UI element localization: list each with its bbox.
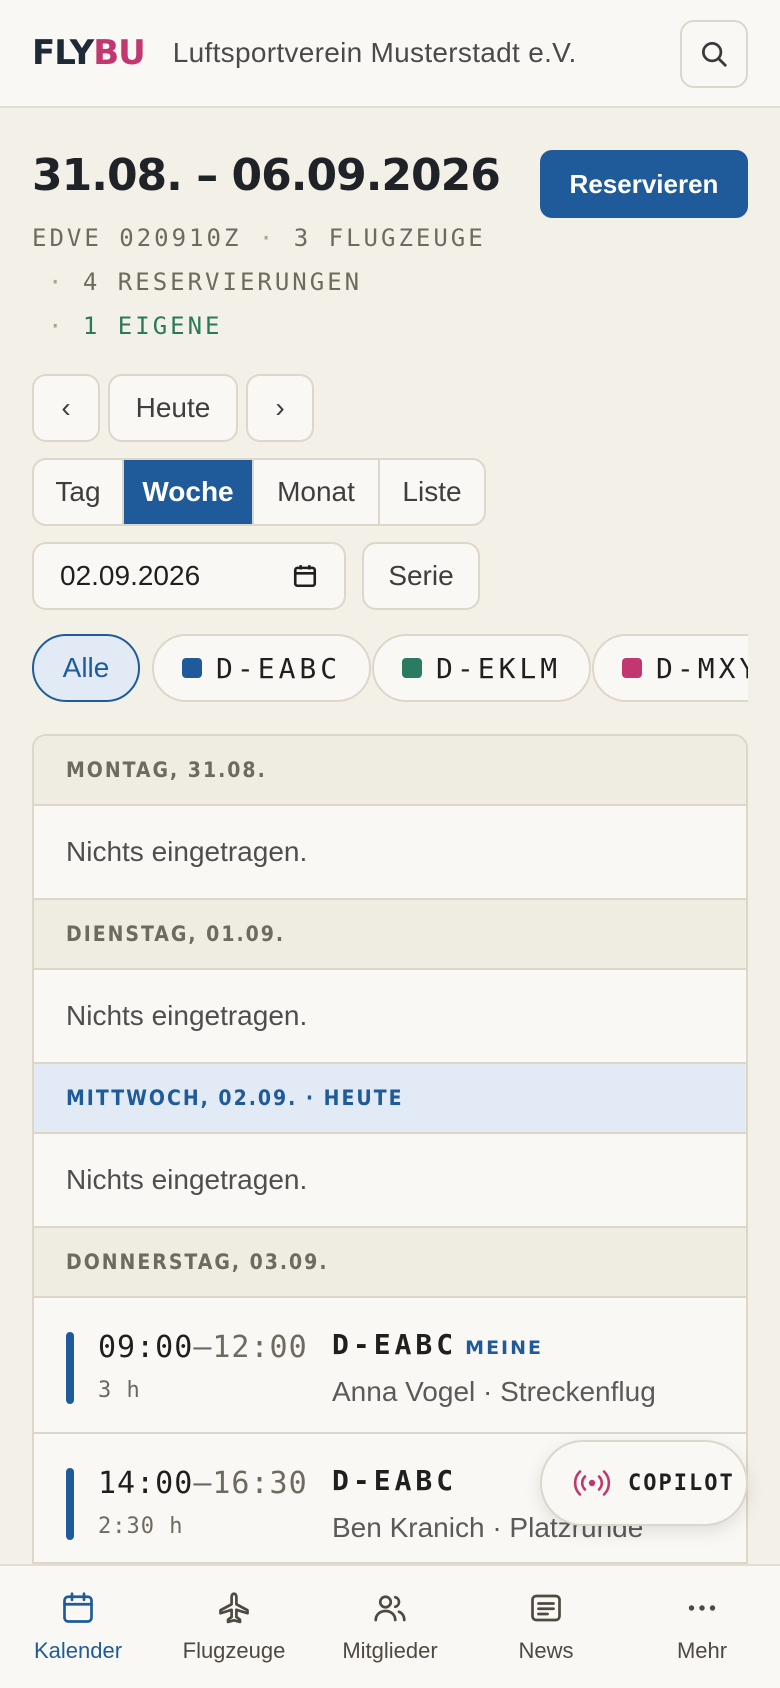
copilot-label: COPILOT — [628, 1470, 735, 1496]
end-time: –12:00 — [193, 1330, 308, 1365]
page-title: 31.08. – 06.09.2026 — [32, 150, 501, 201]
meta-separator: · — [48, 312, 66, 340]
club-name: Luftsportverein Musterstadt e.V. — [172, 37, 577, 68]
series-button[interactable]: Serie — [362, 542, 480, 610]
view-tab-day[interactable]: Tag — [34, 460, 124, 524]
aircraft-color-bar — [66, 1332, 74, 1404]
day-header: DIENSTAG, 01.09. — [34, 900, 746, 970]
reservation-entry[interactable]: 09:00–12:00 3 h D-EABC MEINE Anna Vogel ·… — [34, 1298, 746, 1434]
filter-chip-aircraft[interactable]: D-EABC — [152, 634, 372, 702]
app-header: FLY BU Luftsportverein Musterstadt e.V. — [0, 0, 780, 108]
filter-chip-label: D-MXY — [656, 651, 748, 685]
filter-chip-label: D-EABC — [216, 651, 342, 685]
view-tab-month[interactable]: Monat — [254, 460, 380, 524]
nav-item-calendar[interactable]: Kalender — [0, 1566, 156, 1688]
meta-station: EDVE 020910Z — [32, 224, 242, 252]
meta-line-1: EDVE 020910Z · 3 FLUGZEUGE — [32, 224, 486, 252]
nav-item-aircraft[interactable]: Flugzeuge — [156, 1566, 312, 1688]
day-header-today: MITTWOCH, 02.09. · HEUTE — [34, 1064, 746, 1134]
reserve-button[interactable]: Reservieren — [540, 150, 748, 218]
color-swatch — [402, 658, 422, 678]
today-button[interactable]: Heute — [108, 374, 238, 442]
own-badge: MEINE — [465, 1337, 543, 1359]
empty-day-message: Nichts eingetragen. — [34, 806, 746, 900]
nav-label: Mitglieder — [342, 1638, 438, 1663]
view-tab-week[interactable]: Woche — [124, 460, 254, 524]
meta-line-2: · 4 RESERVIERUNGEN — [48, 268, 362, 296]
meta-own-count: 1 EIGENE — [82, 312, 223, 340]
reservation-duration: 3 h — [98, 1378, 141, 1403]
filter-chip-all[interactable]: Alle — [32, 634, 140, 702]
bottom-navigation: Kalender Flugzeuge Mitglieder News Mehr — [0, 1564, 780, 1688]
aircraft-registration: D-EABC — [332, 1464, 458, 1497]
empty-day-message: Nichts eingetragen. — [34, 1134, 746, 1228]
reservation-duration: 2:30 h — [98, 1514, 184, 1539]
date-input[interactable]: 02.09.2026 — [32, 542, 346, 610]
day-header: MONTAG, 31.08. — [34, 736, 746, 806]
start-time: 14:00 — [98, 1466, 194, 1501]
start-time: 09:00 — [98, 1330, 194, 1365]
calendar-icon — [63, 1592, 93, 1623]
meta-line-3: · 1 EIGENE — [48, 312, 223, 340]
aircraft-registration: D-EABC — [332, 1328, 458, 1361]
date-input-value: 02.09.2026 — [60, 560, 201, 591]
day-header: DONNERSTAG, 03.09. — [34, 1228, 746, 1298]
view-switcher: Tag Woche Monat Liste — [32, 458, 486, 526]
nav-label: Mehr — [676, 1638, 728, 1663]
users-icon — [374, 1595, 406, 1622]
end-time: –16:30 — [193, 1466, 308, 1501]
color-swatch — [182, 658, 202, 678]
logo-text-bu: BU — [93, 33, 146, 73]
aircraft-color-bar — [66, 1468, 74, 1540]
app-logo[interactable]: FLY BU — [32, 33, 146, 73]
more-icon — [688, 1605, 716, 1611]
next-week-button[interactable]: › — [246, 374, 314, 442]
reservation-pilot: Anna Vogel · Streckenflug — [332, 1376, 656, 1407]
nav-item-news[interactable]: News — [468, 1566, 624, 1688]
logo-text-fly: FLY — [32, 33, 94, 73]
meta-aircraft-count: 3 FLUGZEUGE — [293, 224, 486, 252]
news-icon — [531, 1594, 561, 1622]
reservation-time: 14:00–16:30 — [98, 1466, 308, 1501]
reservation-aircraft: D-EABC MEINE — [332, 1328, 543, 1361]
prev-week-button[interactable]: ‹ — [32, 374, 100, 442]
aircraft-filter-bar: Alle D-EABC D-EKLM D-MXY — [32, 634, 748, 702]
view-tab-list[interactable]: Liste — [380, 460, 484, 524]
nav-label: Kalender — [33, 1638, 123, 1663]
meta-separator: · — [48, 268, 66, 296]
broadcast-icon — [573, 1470, 611, 1496]
filter-chip-aircraft[interactable]: D-EKLM — [372, 634, 592, 702]
meta-reservation-count: 4 RESERVIERUNGEN — [82, 268, 363, 296]
calendar-icon[interactable] — [292, 563, 318, 589]
empty-day-message: Nichts eingetragen. — [34, 970, 746, 1064]
nav-label: Flugzeuge — [182, 1638, 286, 1663]
copilot-button[interactable]: COPILOT — [540, 1440, 748, 1526]
nav-item-members[interactable]: Mitglieder — [312, 1566, 468, 1688]
reservation-time: 09:00–12:00 — [98, 1330, 308, 1365]
filter-chip-aircraft[interactable]: D-MXY — [592, 634, 748, 702]
color-swatch — [622, 658, 642, 678]
search-icon — [702, 42, 727, 67]
reservation-aircraft: D-EABC — [332, 1464, 457, 1497]
search-button[interactable] — [680, 20, 748, 88]
nav-label: News — [518, 1638, 574, 1663]
nav-item-more[interactable]: Mehr — [624, 1566, 780, 1688]
airplane-icon — [219, 1592, 249, 1624]
filter-chip-label: D-EKLM — [436, 651, 562, 685]
meta-separator: · — [258, 224, 277, 252]
